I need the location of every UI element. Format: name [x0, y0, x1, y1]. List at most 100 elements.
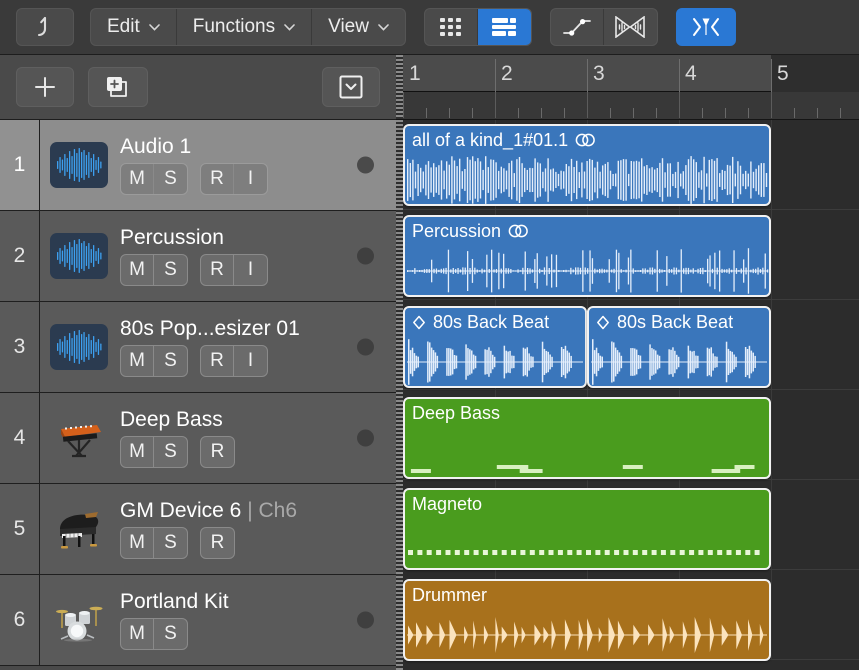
timeline-gridline: [771, 210, 772, 299]
main-toolbar: Edit Functions View: [0, 0, 859, 55]
solo-button[interactable]: S: [154, 346, 187, 376]
track-record-indicator[interactable]: [357, 612, 374, 629]
track-record-indicator[interactable]: [357, 248, 374, 265]
menu-view-label: View: [328, 16, 369, 38]
menu-functions[interactable]: Functions: [177, 9, 312, 45]
undo-arrow-icon: [34, 15, 56, 39]
menu-view[interactable]: View: [312, 9, 405, 45]
audio-waveform-icon[interactable]: [50, 324, 108, 370]
timeline-region[interactable]: all of a kind_1#01.1: [403, 124, 771, 206]
ruler-subdivisions[interactable]: [396, 92, 859, 119]
grid-view-button[interactable]: [425, 9, 478, 45]
track-header-row[interactable]: 380s Pop...esizer 01MSRI: [0, 302, 396, 393]
timeline-canvas[interactable]: all of a kind_1#01.1 Percussion 80s Back…: [396, 120, 859, 670]
track-header-body: 80s Pop...esizer 01MSRI: [40, 302, 396, 392]
region-content: [405, 154, 769, 206]
track-header-row[interactable]: 5 GM Device 6 | Ch6MSR: [0, 484, 396, 575]
region-name: Drummer: [412, 583, 765, 607]
record-enable-button[interactable]: R: [201, 346, 234, 376]
track-name[interactable]: GM Device 6 | Ch6: [120, 499, 297, 523]
track-record-indicator[interactable]: [357, 339, 374, 356]
mute-button[interactable]: M: [121, 255, 154, 285]
track-controls-disclosure-button[interactable]: [322, 67, 380, 107]
track-name[interactable]: 80s Pop...esizer 01: [120, 317, 300, 341]
input-monitor-button[interactable]: I: [234, 346, 267, 376]
catch-playhead-button[interactable]: [676, 8, 736, 46]
track-number: 6: [0, 575, 40, 665]
track-name[interactable]: Portland Kit: [120, 590, 229, 614]
record-enable-button[interactable]: R: [201, 528, 234, 558]
track-header-row[interactable]: 2PercussionMSRI: [0, 211, 396, 302]
timeline-gridline: [771, 120, 772, 209]
track-button-group: MS: [120, 436, 188, 468]
menu-bar: Edit Functions View: [90, 8, 406, 46]
track-header-body: Deep BassMSR: [40, 393, 396, 483]
mute-button[interactable]: M: [121, 528, 154, 558]
timeline-region[interactable]: Percussion: [403, 215, 771, 297]
track-button-group: RI: [200, 163, 268, 195]
timeline-region[interactable]: 80s Back Beat: [587, 306, 771, 388]
ruler-beat-tick: [449, 108, 450, 118]
solo-button[interactable]: S: [154, 619, 187, 649]
synthesizer-keyboard-icon[interactable]: [50, 415, 108, 461]
track-name[interactable]: Percussion: [120, 226, 268, 250]
catch-icon: [691, 16, 721, 38]
track-button-group: RI: [200, 345, 268, 377]
solo-button[interactable]: S: [154, 164, 187, 194]
timeline-region[interactable]: Drummer: [403, 579, 771, 661]
track-header-row[interactable]: 4 Deep BassMSR: [0, 393, 396, 484]
undo-button[interactable]: [16, 8, 74, 46]
track-meta: Audio 1MSRI: [120, 135, 268, 195]
track-button-row: MSRI: [120, 254, 268, 286]
track-record-indicator[interactable]: [357, 430, 374, 447]
ruler-bar-tick: [679, 92, 680, 118]
solo-button[interactable]: S: [154, 255, 187, 285]
audio-waveform-icon[interactable]: [50, 142, 108, 188]
region-content: [405, 336, 585, 388]
region-content: [405, 245, 769, 297]
add-track-button[interactable]: [16, 67, 74, 107]
track-header-row[interactable]: 6 Portland Kit MS: [0, 575, 396, 666]
input-monitor-button[interactable]: I: [234, 255, 267, 285]
grand-piano-icon[interactable]: [50, 506, 108, 552]
timeline-region[interactable]: 80s Back Beat: [403, 306, 587, 388]
timeline-region[interactable]: Deep Bass: [403, 397, 771, 479]
region-name: all of a kind_1#01.1: [412, 128, 765, 152]
solo-button[interactable]: S: [154, 528, 187, 558]
region-name-text: Deep Bass: [412, 401, 500, 425]
track-name[interactable]: Deep Bass: [120, 408, 235, 432]
record-enable-button[interactable]: R: [201, 437, 234, 467]
automation-button[interactable]: [551, 9, 604, 45]
mute-button[interactable]: M: [121, 437, 154, 467]
ruler-bar-tick: [495, 92, 496, 118]
track-header-row[interactable]: 1Audio 1MSRI: [0, 120, 396, 211]
track-button-group: MS: [120, 527, 188, 559]
list-view-button[interactable]: [478, 9, 531, 45]
timeline-region[interactable]: Magneto: [403, 488, 771, 570]
record-enable-button[interactable]: R: [201, 164, 234, 194]
region-content: [405, 609, 769, 661]
input-monitor-button[interactable]: I: [234, 164, 267, 194]
duplicate-track-button[interactable]: [88, 67, 148, 107]
ruler-bar-numbers[interactable]: 12345: [396, 55, 859, 92]
chevron-down-icon: [149, 24, 160, 31]
track-button-row: MS: [120, 618, 229, 650]
region-name-text: 80s Back Beat: [433, 310, 549, 334]
record-enable-button[interactable]: R: [201, 255, 234, 285]
menu-edit[interactable]: Edit: [91, 9, 177, 45]
region-content: [589, 336, 769, 388]
mute-button[interactable]: M: [121, 619, 154, 649]
track-button-row: MSR: [120, 527, 297, 559]
solo-button[interactable]: S: [154, 437, 187, 467]
mute-button[interactable]: M: [121, 346, 154, 376]
drum-kit-icon[interactable]: [50, 597, 108, 643]
region-content: [405, 427, 769, 479]
flex-button[interactable]: [604, 9, 657, 45]
apple-loop-icon: [596, 315, 610, 330]
track-name[interactable]: Audio 1: [120, 135, 268, 159]
audio-waveform-icon[interactable]: [50, 233, 108, 279]
mute-button[interactable]: M: [121, 164, 154, 194]
timeline-ruler[interactable]: 12345: [396, 55, 859, 120]
ruler-bar-number: 2: [501, 57, 513, 91]
track-record-indicator[interactable]: [357, 157, 374, 174]
